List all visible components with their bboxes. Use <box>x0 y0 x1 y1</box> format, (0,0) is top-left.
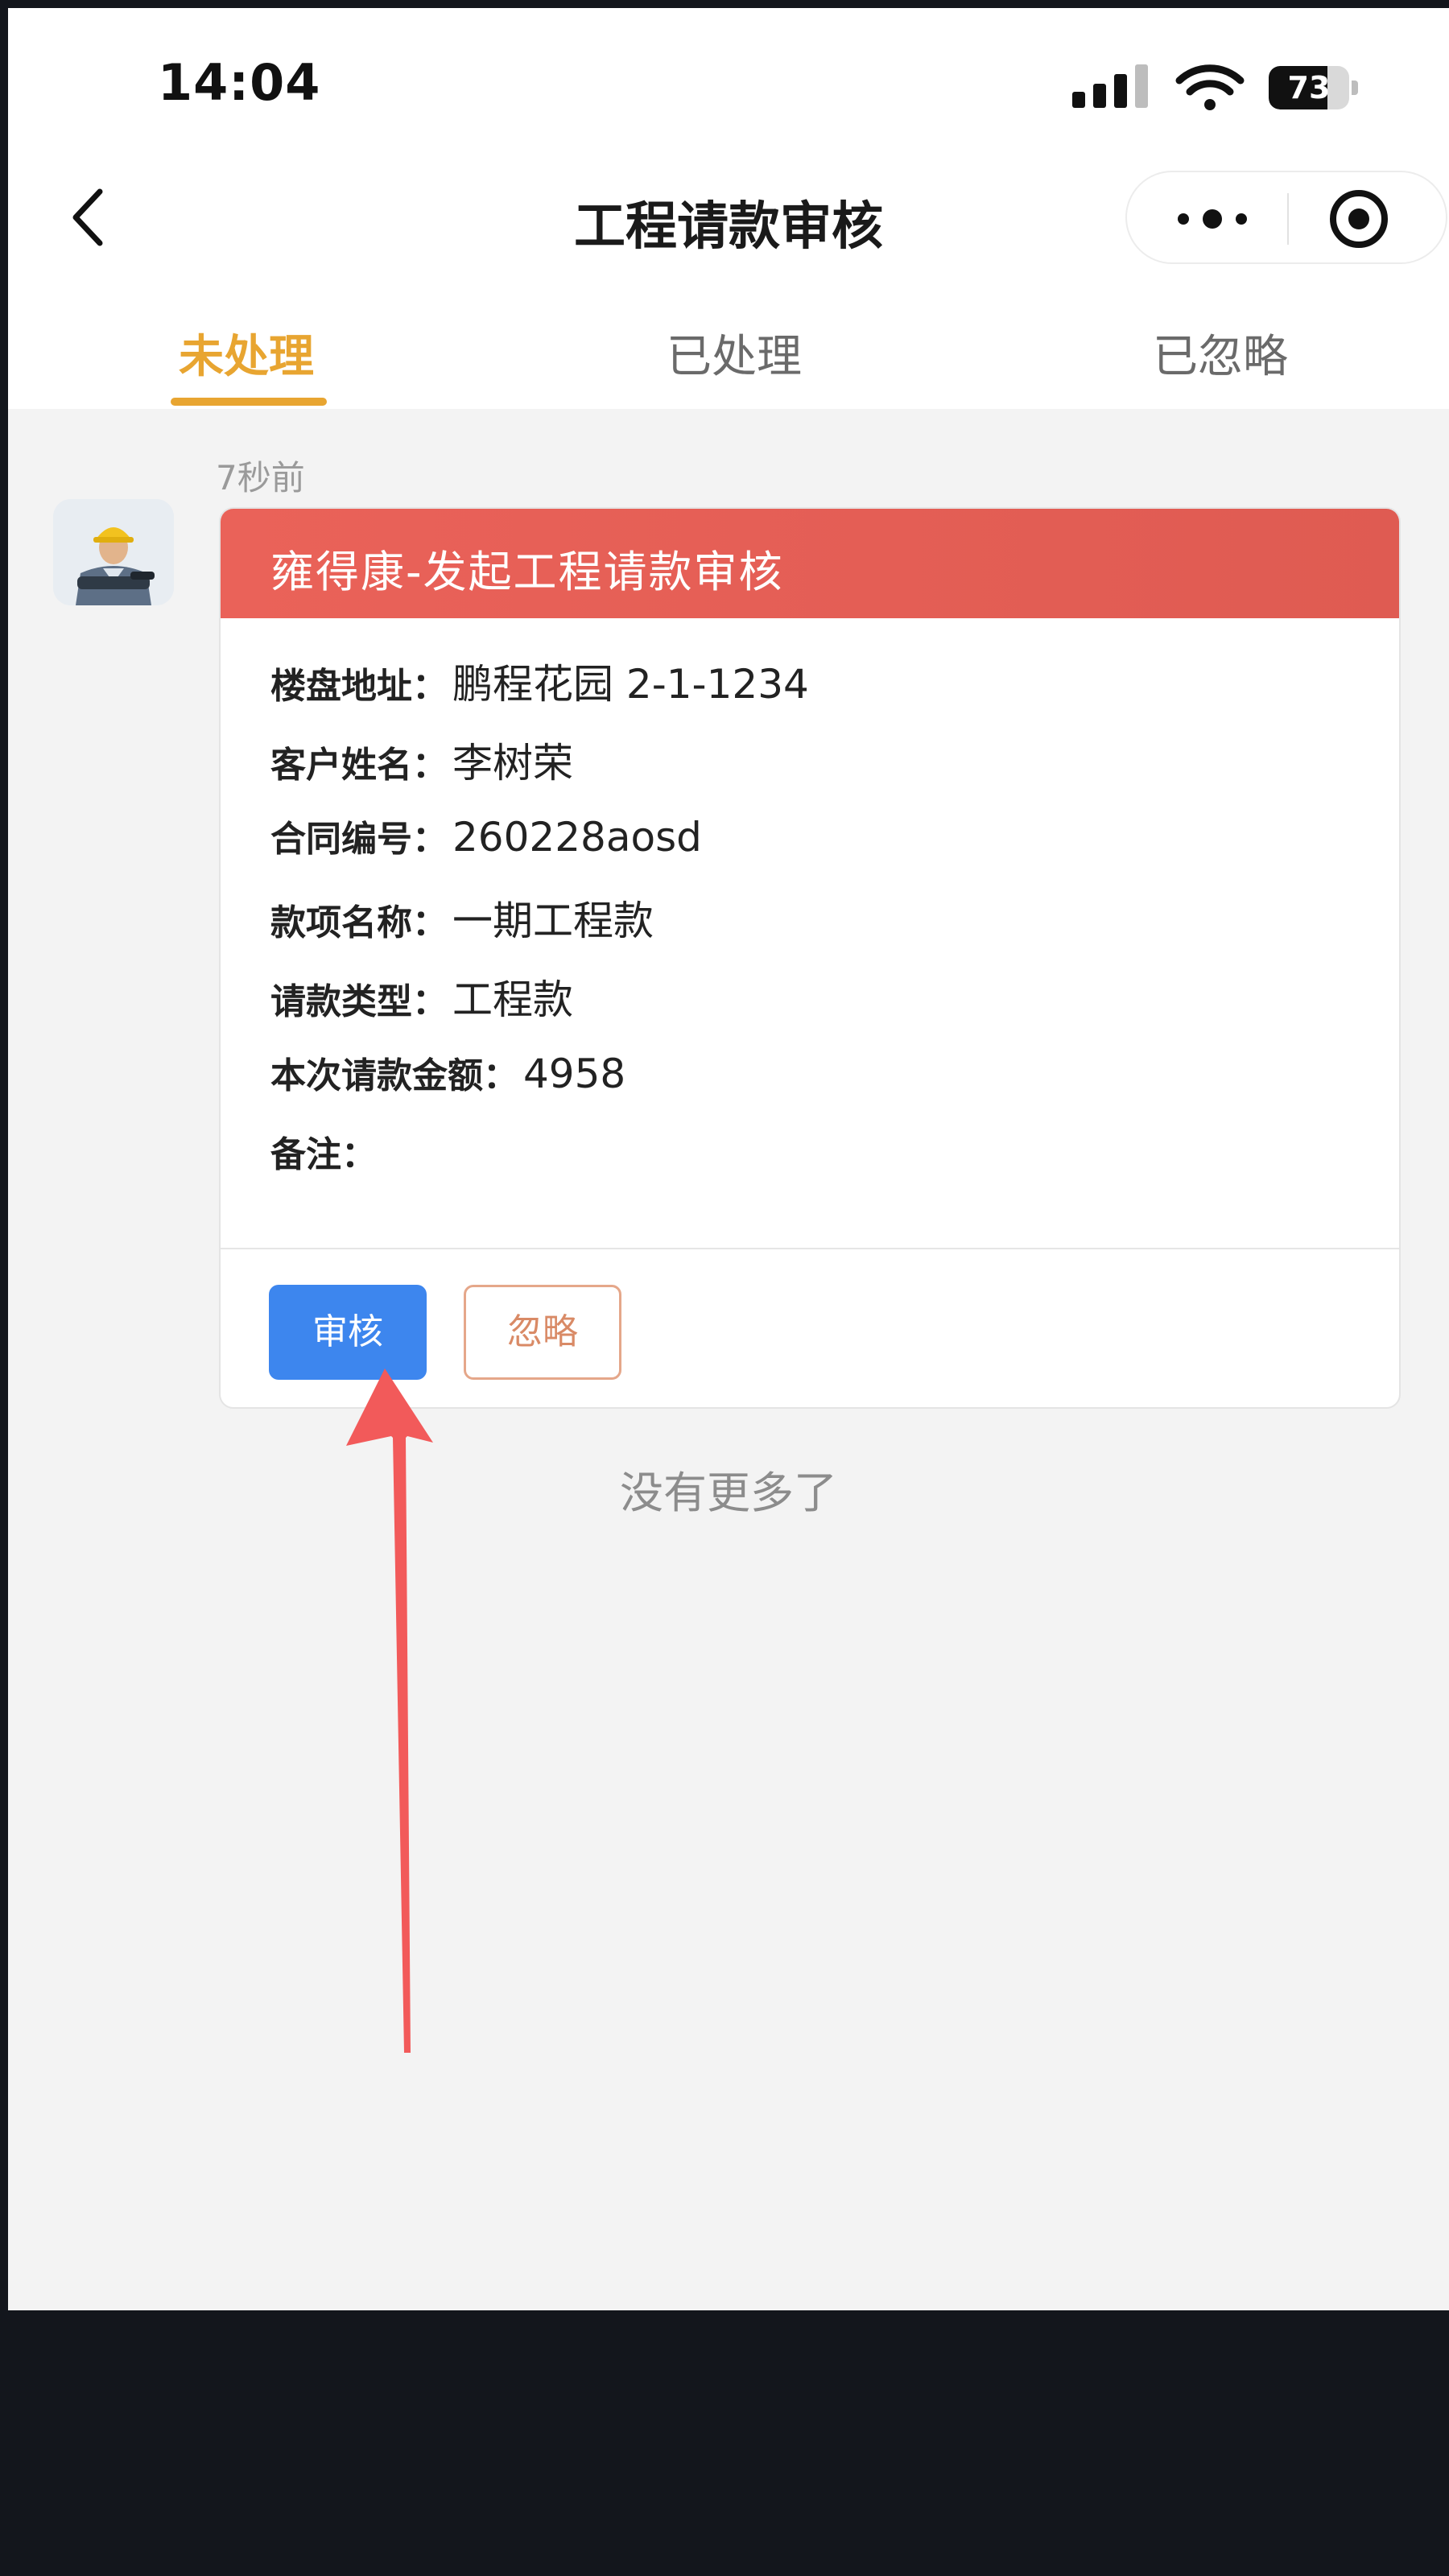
field-label: 合同编号： <box>270 819 448 860</box>
field-label: 客户姓名： <box>270 745 448 786</box>
field-customer-name: 客户姓名： 李树荣 <box>270 731 573 789</box>
field-label: 楼盘地址： <box>270 666 448 707</box>
phone-screen: 14:04 73 工程请款审核 未处理 已处理 已忽略 7秒前 雍得康-发起工程… <box>8 8 1449 2310</box>
card-title: 雍得康-发起工程请款审核 <box>270 547 784 597</box>
approval-card: 雍得康-发起工程请款审核 楼盘地址： 鹏程花园 2-1-1234 客户姓名： 李树荣… <box>219 507 1401 1409</box>
message-timestamp: 7秒前 <box>216 458 305 497</box>
field-payment-name: 款项名称： 一期工程款 <box>270 889 654 947</box>
page-title: 工程请款审核 <box>574 197 883 257</box>
cellular-signal-icon <box>1072 64 1151 108</box>
ignore-button[interactable]: 忽略 <box>464 1285 621 1380</box>
field-label: 请款类型： <box>270 981 448 1022</box>
battery-level-text: 73 <box>1287 70 1331 105</box>
field-request-amount: 本次请款金额： 4958 <box>270 1046 625 1098</box>
field-value: 260228aosd <box>452 814 702 861</box>
field-value: 工程款 <box>452 976 573 1023</box>
field-label: 备注： <box>270 1134 377 1175</box>
card-divider <box>221 1248 1399 1249</box>
tab-processed[interactable]: 已处理 <box>667 320 802 386</box>
tab-unprocessed[interactable]: 未处理 <box>179 320 314 386</box>
field-property-address: 楼盘地址： 鹏程花园 2-1-1234 <box>270 652 809 710</box>
field-label: 本次请款金额： <box>270 1055 518 1096</box>
field-remarks: 备注： <box>270 1125 382 1177</box>
more-dots-icon[interactable] <box>1172 203 1253 235</box>
field-label: 款项名称： <box>270 902 448 943</box>
chevron-left-icon[interactable] <box>64 185 113 250</box>
target-circle-icon[interactable] <box>1327 187 1391 251</box>
field-contract-number: 合同编号： 260228aosd <box>270 810 702 861</box>
annotation-arrow-icon <box>346 1368 433 2053</box>
field-value: 李树荣 <box>452 740 573 786</box>
card-header: 雍得康-发起工程请款审核 <box>221 509 1399 618</box>
field-request-type: 请款类型： 工程款 <box>270 968 573 1026</box>
capsule-divider <box>1287 193 1289 245</box>
battery-icon: 73 <box>1269 66 1359 109</box>
approve-button[interactable]: 审核 <box>269 1285 427 1380</box>
status-time: 14:04 <box>158 53 321 112</box>
field-value: 4958 <box>523 1051 626 1097</box>
no-more-text: 没有更多了 <box>620 1468 837 1518</box>
field-value: 一期工程款 <box>452 898 654 944</box>
worker-avatar-image <box>53 499 174 605</box>
active-tab-indicator <box>171 398 327 406</box>
tab-ignored[interactable]: 已忽略 <box>1153 320 1288 386</box>
mini-program-capsule <box>1125 171 1447 264</box>
field-value: 鹏程花园 2-1-1234 <box>452 661 809 708</box>
avatar <box>53 499 174 605</box>
wifi-icon <box>1175 64 1245 110</box>
